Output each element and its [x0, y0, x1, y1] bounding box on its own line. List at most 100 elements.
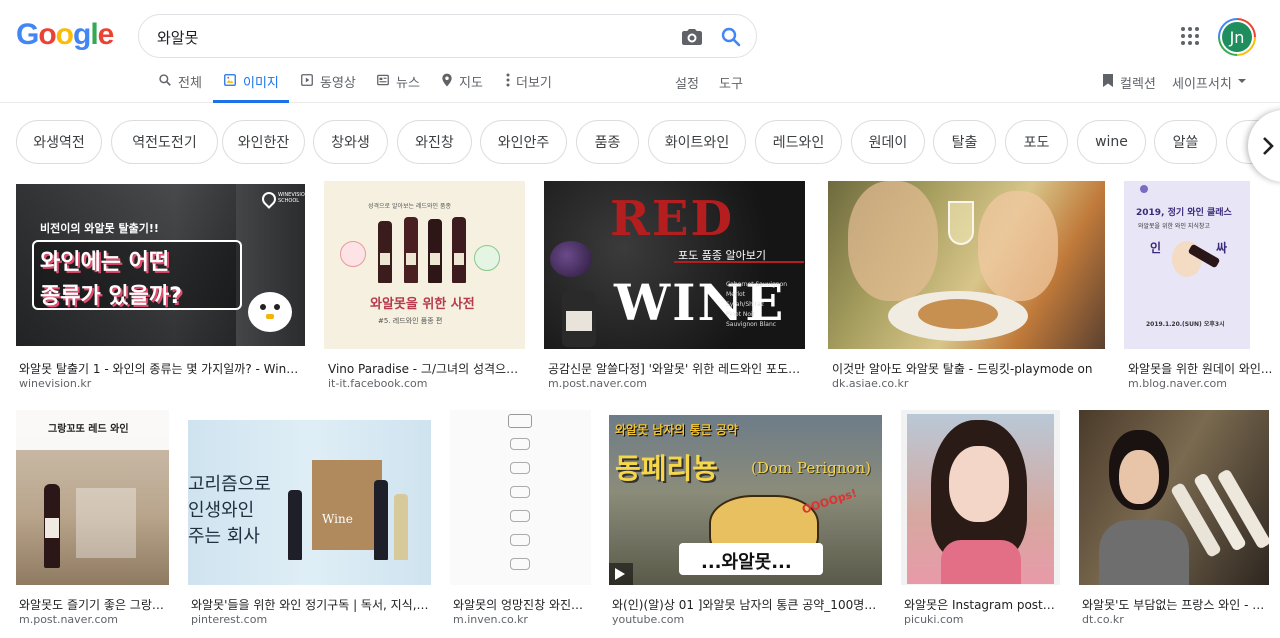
result-source[interactable]: m.blog.naver.com [1128, 377, 1278, 390]
chip[interactable]: 원데이 [851, 120, 925, 164]
chip[interactable]: wine [1077, 120, 1146, 164]
image-result[interactable]: RED 포도 품종 알아보기 WINE Cabernet Sauvignon M… [544, 181, 806, 390]
result-title[interactable]: 이것만 알아도 와알못 탈출 - 드링킷-playmode on [832, 360, 1103, 377]
result-source[interactable]: m.inven.co.kr [453, 613, 589, 626]
image-result[interactable]: 이것만 알아도 와알못 탈출 - 드링킷-playmode on dk.asia… [828, 181, 1106, 390]
search-input[interactable] [157, 26, 657, 48]
result-thumbnail[interactable]: 2019, 정기 와인 클래스 와알못을 위한 와인 지식창고 인 싸 2019… [1124, 181, 1250, 349]
result-source[interactable]: m.post.naver.com [19, 613, 167, 626]
chip[interactable]: 와진창 [397, 120, 472, 164]
tab-images[interactable]: 이미지 [213, 72, 289, 103]
chip[interactable]: 레드와인 [755, 120, 842, 164]
more-vert-icon [506, 73, 510, 87]
chip[interactable]: 품종 [576, 120, 639, 164]
overlay-text: 고리즘으로 [188, 474, 271, 495]
caret-down-icon [1237, 79, 1246, 83]
avatar-initials: Jn [1222, 22, 1252, 52]
chip[interactable]: 창와생 [313, 120, 388, 164]
result-source[interactable]: it-it.facebook.com [328, 377, 523, 390]
overlay-text: Cabernet Sauvignon [726, 281, 788, 288]
safesearch-dropdown[interactable]: 세이프서치 [1172, 73, 1246, 92]
image-result[interactable]: 성격으로 알아보는 레드와인 품종 와알못을 위한 사전 #5. 레드와인 품종… [324, 181, 526, 390]
tab-maps[interactable]: 지도 [441, 72, 483, 103]
image-result[interactable]: 와알못 남자의 통큰 공약 동페리뇽 (Dom Perignon) OOOOps… [609, 410, 883, 626]
tab-news[interactable]: 뉴스 [376, 72, 420, 103]
result-source[interactable]: youtube.com [612, 613, 880, 626]
result-source[interactable]: dk.asiae.co.kr [832, 377, 1103, 390]
image-result[interactable]: 와알못의 엉망진창 와진창 ... m.inven.co.kr [450, 410, 592, 626]
overlay-text: 와알못을 위한 와인 지식창고 [1138, 223, 1210, 230]
result-title[interactable]: 공감신문 알쓸다정] '와알못' 위한 레드와인 포도 품종 ... [548, 360, 803, 377]
overlay-text: (Dom Perignon) [751, 459, 871, 477]
result-source[interactable]: m.post.naver.com [548, 377, 803, 390]
result-thumbnail[interactable]: 비전이의 와알못 탈출기!! 와인에는 어떤 종류가 있을까? WINEVISI… [16, 184, 305, 346]
tab-maps-label: 지도 [459, 76, 483, 91]
result-title[interactable]: 와알못'도 부담없는 프랑스 와인 - [디... [1082, 596, 1268, 613]
result-title[interactable]: Vino Paradise - 그/그녀의 성격으로 ... [328, 360, 523, 377]
overlay-text: 포도 품종 알아보기 [678, 249, 766, 262]
camera-icon[interactable] [680, 25, 704, 49]
search-box [138, 14, 757, 58]
result-title[interactable]: 와알못'들을 위한 와인 정기구독 | 독서, 지식, 긍정... [191, 596, 429, 613]
image-result[interactable]: 비전이의 와알못 탈출기!! 와인에는 어떤 종류가 있을까? WINEVISI… [16, 184, 306, 390]
result-thumbnail[interactable] [901, 410, 1060, 585]
news-icon [377, 74, 389, 86]
apps-grid-icon[interactable] [1178, 24, 1202, 48]
result-thumbnail[interactable]: 고리즘으로 인생와인 주는 회사 Wine [188, 420, 431, 585]
result-title[interactable]: 와알못은 Instagram posts (... [904, 596, 1058, 613]
result-thumbnail[interactable]: RED 포도 품종 알아보기 WINE Cabernet Sauvignon M… [544, 181, 805, 349]
result-source[interactable]: pinterest.com [191, 613, 429, 626]
chevron-right-icon [1263, 137, 1274, 155]
result-thumbnail[interactable] [828, 181, 1105, 349]
settings-link[interactable]: 설정 [675, 73, 699, 92]
result-source[interactable]: winevision.kr [19, 377, 302, 390]
image-result[interactable]: 그랑꼬또 레드 와인 와알못도 즐기기 좋은 그랑꼬... m.post.nav… [16, 410, 170, 626]
result-thumbnail[interactable]: 성격으로 알아보는 레드와인 품종 와알못을 위한 사전 #5. 레드와인 품종… [324, 181, 525, 349]
result-title[interactable]: 와알못 탈출기 1 - 와인의 종류는 몇 가지일까? - Winevisio.… [19, 360, 302, 377]
image-icon [224, 74, 236, 86]
result-title[interactable]: 와(인)(알)상 01 ]와알못 남자의 통큰 공약_100명 구독... [612, 596, 880, 613]
overlay-text: 성격으로 알아보는 레드와인 품종 [368, 203, 452, 210]
result-thumbnail[interactable] [1079, 410, 1269, 585]
result-title[interactable]: 와알못도 즐기기 좋은 그랑꼬... [19, 596, 167, 613]
result-title[interactable]: 와알못을 위한 원데이 와인... [1128, 360, 1278, 377]
tab-videos[interactable]: 동영상 [300, 72, 356, 103]
tools-link[interactable]: 도구 [719, 73, 743, 92]
image-result[interactable]: 고리즘으로 인생와인 주는 회사 Wine 와알못'들을 위한 와인 정기구독 … [188, 410, 432, 626]
result-thumbnail[interactable]: 와알못 남자의 통큰 공약 동페리뇽 (Dom Perignon) OOOOps… [609, 415, 882, 585]
result-source[interactable]: dt.co.kr [1082, 613, 1268, 626]
result-thumbnail[interactable] [450, 410, 591, 585]
account-avatar[interactable]: Jn [1218, 18, 1256, 56]
image-result[interactable]: 2019, 정기 와인 클래스 와알못을 위한 와인 지식창고 인 싸 2019… [1124, 181, 1280, 390]
collections-label: 컬렉션 [1120, 77, 1156, 92]
chip[interactable]: 탈출 [933, 120, 996, 164]
related-chips-bar: 와생역전 역전도전기 와인한잔 창와생 와진창 와인안주 품종 화이트와인 레드… [0, 118, 1280, 166]
search-tabs: 전체 이미지 동영상 뉴스 지도 더보기 설정 도구 컬렉션 세이프서치 [0, 68, 1280, 103]
tab-videos-label: 동영상 [320, 76, 356, 91]
google-logo[interactable]: Google [16, 18, 114, 52]
tab-all[interactable]: 전체 [158, 72, 202, 103]
result-source[interactable]: picuki.com [904, 613, 1058, 626]
overlay-text: 와알못 남자의 통큰 공약 [615, 423, 738, 437]
chip[interactable]: 알쓸 [1154, 120, 1217, 164]
tab-all-label: 전체 [178, 76, 202, 91]
result-thumbnail[interactable]: 그랑꼬또 레드 와인 [16, 410, 169, 585]
chip[interactable]: 와인안주 [480, 120, 567, 164]
chip[interactable]: 와인한잔 [222, 120, 305, 164]
overlay-text: 2019.1.20.(SUN) 오후3시 [1146, 321, 1225, 328]
image-result[interactable]: 와알못'도 부담없는 프랑스 와인 - [디... dt.co.kr [1079, 410, 1270, 626]
overlay-text: Merlot [726, 291, 746, 298]
chip[interactable]: 포도 [1005, 120, 1068, 164]
search-icon[interactable] [719, 25, 743, 49]
image-result[interactable]: 와알못은 Instagram posts (... picuki.com [901, 410, 1061, 626]
bookmark-icon [1103, 74, 1113, 87]
overlay-text: 싸 [1216, 241, 1228, 255]
tab-more[interactable]: 더보기 [506, 72, 552, 103]
overlay-text: #5. 레드와인 품종 편 [378, 317, 443, 325]
chip[interactable]: 와생역전 [16, 120, 102, 164]
collections-link[interactable]: 컬렉션 [1102, 73, 1156, 92]
result-title[interactable]: 와알못의 엉망진창 와진창 ... [453, 596, 589, 613]
chip[interactable]: 역전도전기 [111, 120, 218, 164]
chip[interactable]: 화이트와인 [648, 120, 746, 164]
overlay-text: 비전이의 와알못 탈출기!! [40, 222, 159, 235]
